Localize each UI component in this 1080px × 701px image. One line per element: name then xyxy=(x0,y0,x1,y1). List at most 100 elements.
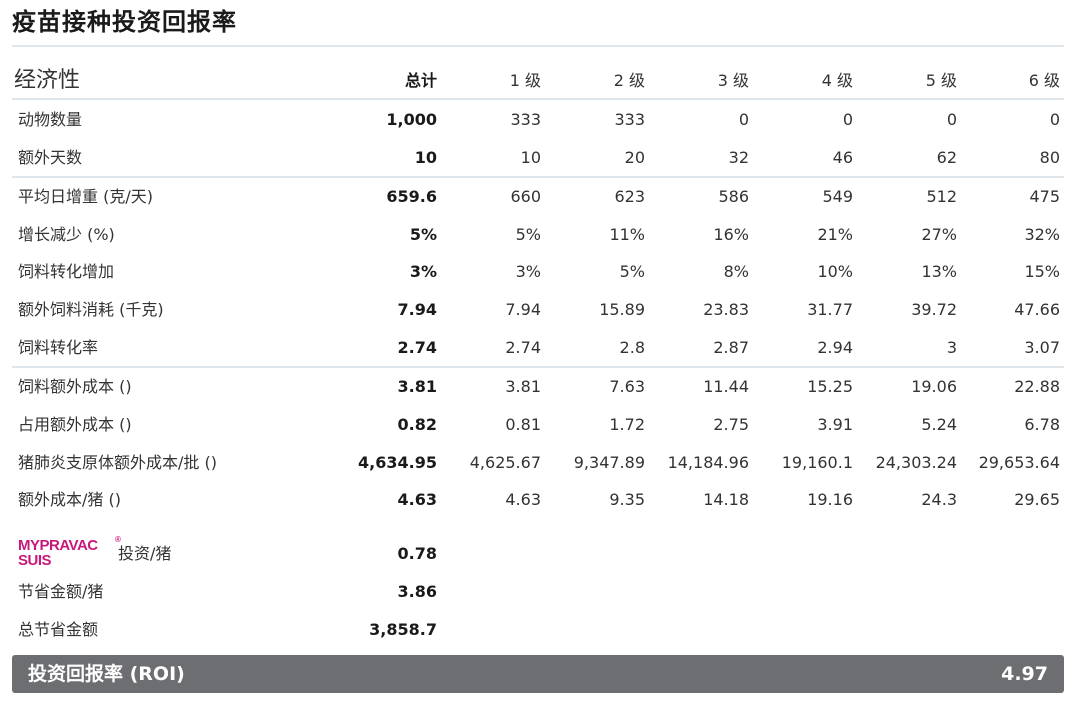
cell: 0 xyxy=(1049,110,1060,129)
row-label: 饲料额外成本 () xyxy=(18,377,132,396)
cell: 0.81 xyxy=(505,415,541,434)
cell-total: 3% xyxy=(409,262,437,281)
table-row: 饲料额外成本 () 3.81 3.81 7.63 11.44 15.25 19.… xyxy=(12,368,1064,406)
cell: 24,303.24 xyxy=(875,453,957,472)
cell: 47.66 xyxy=(1014,300,1060,319)
header-label: 经济性 xyxy=(14,68,81,93)
cell: 11% xyxy=(609,225,645,244)
cell: 10% xyxy=(817,262,853,281)
row-label: 饲料转化增加 xyxy=(18,262,115,281)
cell: 22.88 xyxy=(1014,377,1060,396)
cell: 3.07 xyxy=(1024,338,1060,357)
table-row: 平均日增重 (克/天) 659.6 660 623 586 549 512 47… xyxy=(12,178,1064,216)
cell-total: 7.94 xyxy=(397,300,437,319)
table-row: 猪肺炎支原体额外成本/批 () 4,634.95 4,625.67 9,347.… xyxy=(12,444,1064,482)
row-label: 额外天数 xyxy=(18,148,83,167)
cell: 15.89 xyxy=(599,300,645,319)
cell: 0 xyxy=(842,110,853,129)
cell: 2.75 xyxy=(713,415,749,434)
roi-bar: 投资回报率 (ROI) 4.97 xyxy=(12,655,1064,693)
col-level-6: 6 级 xyxy=(1028,71,1060,90)
cell: 5.24 xyxy=(921,415,957,434)
cell: 2.74 xyxy=(505,338,541,357)
cell: 6.78 xyxy=(1024,415,1060,434)
cell-total: 4.63 xyxy=(397,490,437,509)
cell: 19.06 xyxy=(911,377,957,396)
cell: 9,347.89 xyxy=(573,453,645,472)
row-label: 平均日增重 (克/天) xyxy=(18,187,153,206)
cell: 15.25 xyxy=(807,377,853,396)
cell: 24.3 xyxy=(921,490,957,509)
title-divider xyxy=(12,45,1064,47)
brand-line-1: MYPRAVAC xyxy=(18,537,98,554)
table-row: 饲料转化率 2.74 2.74 2.8 2.87 2.94 3 3.07 xyxy=(12,329,1064,367)
cell: 14,184.96 xyxy=(667,453,749,472)
col-level-1: 1 级 xyxy=(509,71,541,90)
roi-value: 4.97 xyxy=(1001,663,1048,685)
cell: 19,160.1 xyxy=(781,453,853,472)
cell: 32% xyxy=(1024,225,1060,244)
saving-per-pig-label: 节省金额/猪 xyxy=(18,582,104,601)
investment-label: 投资/猪 xyxy=(118,544,172,563)
table-row: 饲料转化增加 3% 3% 5% 8% 10% 13% 15% xyxy=(12,253,1064,291)
row-label: 增长减少 (%) xyxy=(18,225,115,244)
roi-label: 投资回报率 (ROI) xyxy=(28,663,185,685)
table-row: 额外成本/猪 () 4.63 4.63 9.35 14.18 19.16 24.… xyxy=(12,481,1064,519)
cell: 586 xyxy=(718,187,749,206)
total-saving-row: 总节省金额 3,858.7 xyxy=(12,611,1064,649)
cell: 3 xyxy=(946,338,957,357)
col-level-3: 3 级 xyxy=(717,71,749,90)
table-row: 额外饲料消耗 (千克) 7.94 7.94 15.89 23.83 31.77 … xyxy=(12,291,1064,329)
total-saving-value: 3,858.7 xyxy=(369,620,437,639)
cell: 0 xyxy=(946,110,957,129)
col-level-4: 4 级 xyxy=(821,71,853,90)
table-row: 占用额外成本 () 0.82 0.81 1.72 2.75 3.91 5.24 … xyxy=(12,406,1064,444)
cell: 475 xyxy=(1029,187,1060,206)
cell-total: 0.82 xyxy=(397,415,437,434)
cell: 27% xyxy=(921,225,957,244)
cell: 512 xyxy=(926,187,957,206)
cell: 333 xyxy=(614,110,645,129)
cell: 7.63 xyxy=(609,377,645,396)
cell-total: 2.74 xyxy=(397,338,437,357)
cell: 80 xyxy=(1039,148,1060,167)
cell: 2.87 xyxy=(713,338,749,357)
cell: 3% xyxy=(515,262,541,281)
table-row: 额外天数 10 10 20 32 46 62 80 xyxy=(12,139,1064,177)
cell: 39.72 xyxy=(911,300,957,319)
cell: 4.63 xyxy=(505,490,541,509)
cell: 29.65 xyxy=(1014,490,1060,509)
cell: 32 xyxy=(728,148,749,167)
cell: 15% xyxy=(1024,262,1060,281)
cell: 46 xyxy=(832,148,853,167)
table-row: 增长减少 (%) 5% 5% 11% 16% 21% 27% 32% xyxy=(12,216,1064,254)
cell: 1.72 xyxy=(609,415,645,434)
cell: 29,653.64 xyxy=(978,453,1060,472)
cell: 5% xyxy=(619,262,645,281)
saving-per-pig-value: 3.86 xyxy=(397,582,437,601)
mypravac-suis-logo: MYPRAVAC ® SUIS xyxy=(18,535,121,570)
cell: 9.35 xyxy=(609,490,645,509)
cell: 549 xyxy=(822,187,853,206)
saving-per-pig-row: 节省金额/猪 3.86 xyxy=(12,573,1064,611)
cell: 2.8 xyxy=(619,338,645,357)
cell: 21% xyxy=(817,225,853,244)
cell: 11.44 xyxy=(703,377,749,396)
investment-value: 0.78 xyxy=(397,544,437,563)
col-level-5: 5 级 xyxy=(925,71,957,90)
cell: 5% xyxy=(515,225,541,244)
table-header: 经济性 总计 1 级 2 级 3 级 4 级 5 级 6 级 xyxy=(12,62,1064,100)
cell: 13% xyxy=(921,262,957,281)
page-title: 疫苗接种投资回报率 xyxy=(12,8,237,36)
cell: 2.94 xyxy=(817,338,853,357)
total-saving-label: 总节省金额 xyxy=(18,620,99,639)
row-label: 猪肺炎支原体额外成本/批 () xyxy=(18,453,217,472)
cell: 333 xyxy=(510,110,541,129)
cell: 62 xyxy=(936,148,957,167)
cell: 14.18 xyxy=(703,490,749,509)
header-divider xyxy=(12,98,1064,100)
cell-total: 659.6 xyxy=(386,187,437,206)
cell: 3.81 xyxy=(505,377,541,396)
investment-row: MYPRAVAC ® SUIS 投资/猪 0.78 xyxy=(12,535,1064,573)
cell-total: 4,634.95 xyxy=(358,453,437,472)
